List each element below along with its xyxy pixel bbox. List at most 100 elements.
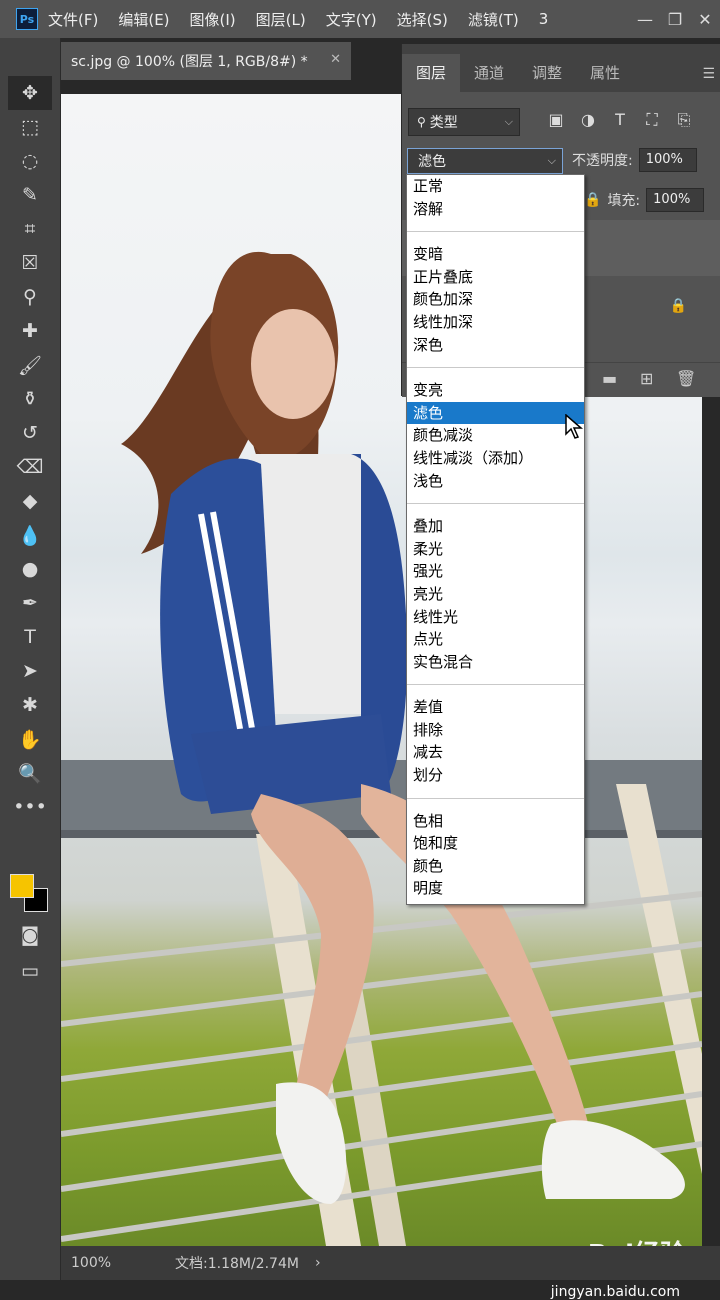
menu-layer[interactable]: 图层(L)	[256, 9, 306, 30]
brush-icon[interactable]: 🖌	[8, 348, 52, 382]
move-icon[interactable]: ✥	[8, 76, 52, 110]
blend-group-contrast: 叠加 柔光 强光 亮光 线性光 点光 实色混合	[407, 515, 584, 673]
foreground-color-swatch[interactable]	[10, 874, 34, 898]
type-icon[interactable]: T	[8, 620, 52, 654]
type-filter-icon[interactable]: T	[604, 110, 636, 130]
blend-option[interactable]: 颜色加深	[407, 288, 584, 311]
panel-tabs: 图层 通道 调整 属性	[402, 44, 720, 92]
blend-option[interactable]: 叠加	[407, 515, 584, 538]
menu-file[interactable]: 文件(F)	[48, 9, 98, 30]
search-icon: ⚲	[417, 115, 426, 129]
clone-stamp-icon[interactable]: ⚱	[8, 382, 52, 416]
blend-option[interactable]: 颜色减淡	[407, 424, 584, 447]
fill-control: 🔒 填充: 100%	[584, 188, 705, 212]
blend-option-selected[interactable]: 滤色	[407, 401, 584, 425]
blend-option[interactable]: 减去	[407, 741, 584, 764]
eyedropper-icon[interactable]: ⚲	[8, 280, 52, 314]
blend-group-darken: 变暗 正片叠底 颜色加深 线性加深 深色	[407, 243, 584, 356]
dodge-icon[interactable]: ●	[8, 552, 52, 586]
blend-option[interactable]: 颜色	[407, 855, 584, 878]
menu-image[interactable]: 图像(I)	[190, 9, 236, 30]
marquee-icon[interactable]: ⬚	[8, 110, 52, 144]
blend-option[interactable]: 明度	[407, 877, 584, 900]
blend-option[interactable]: 线性光	[407, 606, 584, 629]
pixel-filter-icon[interactable]: ▣	[540, 110, 572, 130]
blend-option[interactable]: 线性加深	[407, 311, 584, 334]
menu-type[interactable]: 文字(Y)	[326, 9, 377, 30]
divider	[407, 231, 584, 233]
close-tab-icon[interactable]: ✕	[330, 52, 341, 67]
tab-channels[interactable]: 通道	[460, 54, 518, 92]
frame-icon[interactable]: ☒	[8, 246, 52, 280]
blend-option[interactable]: 亮光	[407, 583, 584, 606]
lasso-icon[interactable]: ◌	[8, 144, 52, 178]
blend-option[interactable]: 饱和度	[407, 832, 584, 855]
blend-mode-select[interactable]: 滤色 ⌵	[407, 148, 563, 174]
path-select-icon[interactable]: ➤	[8, 654, 52, 688]
tab-adjustments[interactable]: 调整	[518, 54, 576, 92]
history-brush-icon[interactable]: ↺	[8, 416, 52, 450]
new-layer-icon[interactable]: ⊞	[640, 369, 653, 388]
crop-icon[interactable]: ⌗	[8, 212, 52, 246]
layer-lock-icon: 🔒	[669, 298, 687, 314]
chevron-right-icon[interactable]: ›	[315, 1255, 321, 1271]
close-icon[interactable]: ✕	[690, 10, 720, 29]
zoom-icon[interactable]: 🔍	[8, 756, 52, 790]
adjustment-filter-icon[interactable]: ◑	[572, 110, 604, 130]
filter-label: 类型	[429, 115, 458, 131]
menu-select[interactable]: 选择(S)	[397, 9, 448, 30]
quick-mask-icon[interactable]: ◙	[8, 918, 52, 952]
healing-icon[interactable]: ✚	[8, 314, 52, 348]
blend-option[interactable]: 色相	[407, 810, 584, 833]
screen-mode-icon[interactable]: ▭	[8, 954, 52, 988]
hand-icon[interactable]: ✋	[8, 722, 52, 756]
restore-icon[interactable]: ❐	[660, 10, 690, 29]
blend-option[interactable]: 排除	[407, 719, 584, 742]
fill-label: 填充:	[607, 193, 641, 209]
minimize-icon[interactable]: —	[630, 10, 660, 29]
blend-option[interactable]: 变暗	[407, 243, 584, 266]
blend-option[interactable]: 点光	[407, 628, 584, 651]
opacity-input[interactable]: 100%	[638, 148, 697, 172]
pen-icon[interactable]: ✒	[8, 586, 52, 620]
fill-input[interactable]: 100%	[646, 188, 705, 212]
blend-option[interactable]: 差值	[407, 696, 584, 719]
shape-filter-icon[interactable]: ⛶	[636, 110, 668, 130]
opacity-control: 不透明度: 100%	[572, 148, 697, 172]
quick-select-icon[interactable]: ✎	[8, 178, 52, 212]
status-bar: 100% 文档:1.18M/2.74M ›	[61, 1246, 720, 1280]
more-icon[interactable]: •••	[8, 790, 52, 824]
trash-icon[interactable]: 🗑	[676, 369, 696, 388]
eraser-icon[interactable]: ⌫	[8, 450, 52, 484]
panel-menu-icon[interactable]: ☰	[702, 66, 715, 82]
photoshop-logo: Ps	[16, 8, 38, 30]
paint-bucket-icon[interactable]: ◆	[8, 484, 52, 518]
menu-edit[interactable]: 编辑(E)	[118, 9, 169, 30]
menu-3d[interactable]: 3	[539, 10, 549, 28]
blend-option[interactable]: 柔光	[407, 538, 584, 561]
chevron-down-icon: ⌵	[504, 115, 513, 128]
new-group-icon[interactable]: ▬	[602, 369, 617, 388]
lock-icon[interactable]: 🔒	[584, 192, 601, 208]
blend-option[interactable]: 深色	[407, 334, 584, 357]
blend-option[interactable]: 溶解	[407, 198, 584, 221]
blend-option[interactable]: 实色混合	[407, 651, 584, 674]
divider	[407, 797, 584, 799]
tab-properties[interactable]: 属性	[576, 54, 634, 92]
smart-object-filter-icon[interactable]: ⎘	[668, 110, 700, 130]
blend-option[interactable]: 正常	[407, 175, 584, 198]
zoom-level[interactable]: 100%	[71, 1255, 161, 1271]
menu-filter[interactable]: 滤镜(T)	[468, 9, 519, 30]
divider	[407, 367, 584, 369]
blend-option[interactable]: 划分	[407, 764, 584, 787]
blend-option[interactable]: 浅色	[407, 470, 584, 493]
tab-layers[interactable]: 图层	[402, 54, 461, 92]
blend-option[interactable]: 变亮	[407, 379, 584, 402]
blend-option[interactable]: 线性减淡（添加）	[407, 447, 584, 470]
layer-filter-select[interactable]: ⚲ 类型 ⌵	[408, 108, 520, 136]
blur-icon[interactable]: 💧	[8, 518, 52, 552]
document-tab[interactable]: sc.jpg @ 100% (图层 1, RGB/8#) * ✕	[61, 42, 351, 80]
shape-icon[interactable]: ✱	[8, 688, 52, 722]
blend-option[interactable]: 正片叠底	[407, 266, 584, 289]
blend-option[interactable]: 强光	[407, 560, 584, 583]
